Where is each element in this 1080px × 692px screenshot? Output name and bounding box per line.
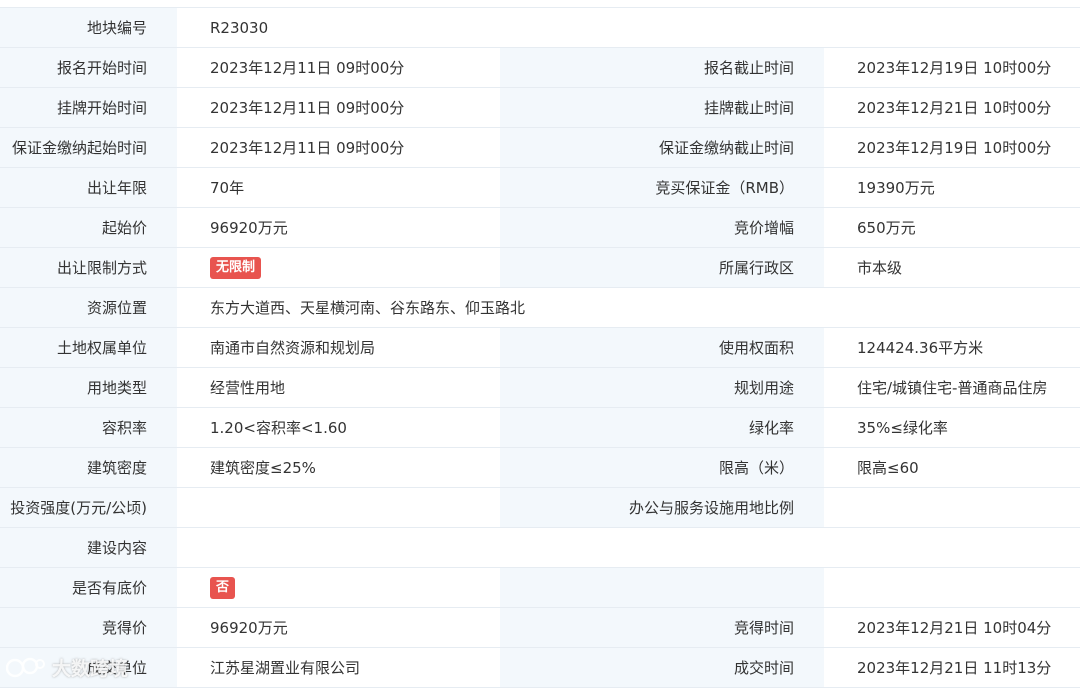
label-winning-time: 竞得时间 xyxy=(500,608,824,647)
table-row: 挂牌开始时间 2023年12月11日 09时00分 挂牌截止时间 2023年12… xyxy=(0,88,1080,128)
value-height-limit: 限高≤60 xyxy=(824,448,1080,487)
table-row: 出让年限 70年 竞买保证金（RMB） 19390万元 xyxy=(0,168,1080,208)
table-row: 建设内容 xyxy=(0,528,1080,568)
label-deal-time: 成交时间 xyxy=(500,648,824,687)
label-starting-price: 起始价 xyxy=(0,208,177,247)
table-row: 是否有底价 否 xyxy=(0,568,1080,608)
table-row: 成交单位 江苏星湖置业有限公司 成交时间 2023年12月21日 11时13分 xyxy=(0,648,1080,688)
label-buyer: 成交单位 xyxy=(0,648,177,687)
label-plot-ratio: 容积率 xyxy=(0,408,177,447)
table-row: 土地权属单位 南通市自然资源和规划局 使用权面积 124424.36平方米 xyxy=(0,328,1080,368)
value-land-owner: 南通市自然资源和规划局 xyxy=(177,328,500,367)
value-use-area: 124424.36平方米 xyxy=(824,328,1080,367)
value-starting-price: 96920万元 xyxy=(177,208,500,247)
label-registration-start: 报名开始时间 xyxy=(0,48,177,87)
label-use-area: 使用权面积 xyxy=(500,328,824,367)
value-buyer: 江苏星湖置业有限公司 xyxy=(177,648,500,687)
value-bid-increment: 650万元 xyxy=(824,208,1080,247)
label-construction-content: 建设内容 xyxy=(0,528,177,567)
label-green-ratio: 绿化率 xyxy=(500,408,824,447)
value-reserve-price: 否 xyxy=(177,568,500,607)
value-term-years: 70年 xyxy=(177,168,500,207)
table-row: 保证金缴纳起始时间 2023年12月11日 09时00分 保证金缴纳截止时间 2… xyxy=(0,128,1080,168)
label-height-limit: 限高（米） xyxy=(500,448,824,487)
label-bid-deposit: 竞买保证金（RMB） xyxy=(500,168,824,207)
label-investment-intensity: 投资强度(万元/公顷) xyxy=(0,488,177,527)
table-row: 地块编号 R23030 xyxy=(0,8,1080,48)
table-row: 资源位置 东方大道西、天星横河南、谷东路东、仰玉路北 xyxy=(0,288,1080,328)
land-info-table: 地块编号 R23030 报名开始时间 2023年12月11日 09时00分 报名… xyxy=(0,7,1080,688)
table-row: 竞得价 96920万元 竞得时间 2023年12月21日 10时04分 xyxy=(0,608,1080,648)
value-deposit-end: 2023年12月19日 10时00分 xyxy=(824,128,1080,167)
label-location: 资源位置 xyxy=(0,288,177,327)
value-building-density: 建筑密度≤25% xyxy=(177,448,500,487)
restriction-badge: 无限制 xyxy=(210,256,262,279)
table-row: 起始价 96920万元 竞价增幅 650万元 xyxy=(0,208,1080,248)
value-listing-end: 2023年12月21日 10时00分 xyxy=(824,88,1080,127)
label-deposit-start: 保证金缴纳起始时间 xyxy=(0,128,177,167)
label-listing-end: 挂牌截止时间 xyxy=(500,88,824,127)
label-district: 所属行政区 xyxy=(500,248,824,287)
table-row: 用地类型 经营性用地 规划用途 住宅/城镇住宅-普通商品住房 xyxy=(0,368,1080,408)
value-plot-number: R23030 xyxy=(177,8,1080,47)
reserve-price-badge: 否 xyxy=(210,576,236,599)
label-winning-price: 竞得价 xyxy=(0,608,177,647)
label-registration-end: 报名截止时间 xyxy=(500,48,824,87)
value-plot-ratio: 1.20<容积率<1.60 xyxy=(177,408,500,447)
value-winning-price: 96920万元 xyxy=(177,608,500,647)
value-registration-start: 2023年12月11日 09时00分 xyxy=(177,48,500,87)
value-winning-time: 2023年12月21日 10时04分 xyxy=(824,608,1080,647)
value-bid-deposit: 19390万元 xyxy=(824,168,1080,207)
table-row: 报名开始时间 2023年12月11日 09时00分 报名截止时间 2023年12… xyxy=(0,48,1080,88)
value-empty xyxy=(824,568,1080,607)
label-land-type: 用地类型 xyxy=(0,368,177,407)
value-office-ratio xyxy=(824,488,1080,527)
value-listing-start: 2023年12月11日 09时00分 xyxy=(177,88,500,127)
value-district: 市本级 xyxy=(824,248,1080,287)
value-deal-time: 2023年12月21日 11时13分 xyxy=(824,648,1080,687)
label-listing-start: 挂牌开始时间 xyxy=(0,88,177,127)
value-transfer-restriction: 无限制 xyxy=(177,248,500,287)
value-green-ratio: 35%≤绿化率 xyxy=(824,408,1080,447)
label-transfer-restriction: 出让限制方式 xyxy=(0,248,177,287)
label-reserve-price: 是否有底价 xyxy=(0,568,177,607)
label-land-owner: 土地权属单位 xyxy=(0,328,177,367)
table-row: 投资强度(万元/公顷) 办公与服务设施用地比例 xyxy=(0,488,1080,528)
value-deposit-start: 2023年12月11日 09时00分 xyxy=(177,128,500,167)
table-row: 容积率 1.20<容积率<1.60 绿化率 35%≤绿化率 xyxy=(0,408,1080,448)
value-location: 东方大道西、天星横河南、谷东路东、仰玉路北 xyxy=(177,288,1080,327)
label-bid-increment: 竞价增幅 xyxy=(500,208,824,247)
value-registration-end: 2023年12月19日 10时00分 xyxy=(824,48,1080,87)
table-row: 出让限制方式 无限制 所属行政区 市本级 xyxy=(0,248,1080,288)
value-planned-use: 住宅/城镇住宅-普通商品住房 xyxy=(824,368,1080,407)
label-deposit-end: 保证金缴纳截止时间 xyxy=(500,128,824,167)
label-empty xyxy=(500,568,824,607)
label-plot-number: 地块编号 xyxy=(0,8,177,47)
value-land-type: 经营性用地 xyxy=(177,368,500,407)
value-investment-intensity xyxy=(177,488,500,527)
label-planned-use: 规划用途 xyxy=(500,368,824,407)
value-construction-content xyxy=(177,528,1080,567)
label-building-density: 建筑密度 xyxy=(0,448,177,487)
label-term-years: 出让年限 xyxy=(0,168,177,207)
table-row: 建筑密度 建筑密度≤25% 限高（米） 限高≤60 xyxy=(0,448,1080,488)
label-office-ratio: 办公与服务设施用地比例 xyxy=(500,488,824,527)
